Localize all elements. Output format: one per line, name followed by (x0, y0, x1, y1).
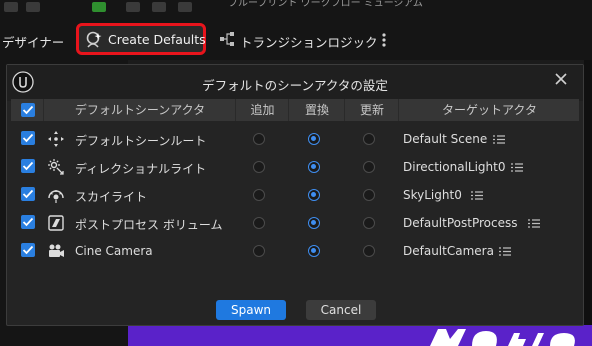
designer-tab[interactable]: デザイナー (2, 32, 64, 51)
add-radio[interactable] (253, 161, 265, 173)
column-header-actor: デフォルトシーンアクタ (43, 99, 236, 121)
row-checkbox[interactable] (21, 159, 35, 173)
update-radio[interactable] (363, 245, 375, 257)
top-toolbar-strip: ブループリント ワークフロー ミュージアム (0, 0, 592, 20)
toolbar-icon[interactable] (178, 2, 192, 12)
post-process-icon (48, 215, 64, 231)
pause-icon[interactable] (126, 2, 140, 12)
checkmark-icon (22, 217, 34, 227)
top-toolbar-text: ブループリント ワークフロー ミュージアム (228, 0, 423, 9)
dialog-header: デフォルトのシーンアクタの設定 (7, 65, 583, 101)
actor-name: Cine Camera (75, 244, 153, 258)
row-checkbox[interactable] (21, 215, 35, 229)
target-actor: DirectionalLight0 (403, 160, 506, 174)
row-checkbox[interactable] (21, 131, 35, 145)
skylight-icon (48, 190, 64, 203)
checkmark-icon (22, 105, 34, 115)
transition-logic-tab[interactable]: トランジションロジック (240, 32, 378, 51)
table-header: デフォルトシーンアクタ 追加 置換 更新 ターゲットアクタ (11, 99, 579, 121)
update-radio[interactable] (363, 189, 375, 201)
transition-logic-icon (220, 32, 234, 46)
replace-radio[interactable] (308, 245, 320, 257)
cine-camera-icon (49, 244, 64, 257)
update-radio[interactable] (363, 217, 375, 229)
target-actor: DefaultPostProcess (403, 216, 518, 230)
default-scene-actors-dialog: デフォルトのシーンアクタの設定 デフォルトシーンアクタ 追加 置換 更新 ターゲ… (6, 64, 584, 326)
row-checkbox[interactable] (21, 187, 35, 201)
table-row: デフォルトシーンルート Default Scene (11, 125, 579, 153)
checkmark-icon (22, 189, 34, 199)
list-icon[interactable] (511, 163, 523, 172)
add-radio[interactable] (253, 245, 265, 257)
select-all-checkbox[interactable] (21, 103, 35, 117)
checkmark-icon (22, 161, 34, 171)
target-actor: DefaultCamera (403, 244, 494, 258)
table-row: Cine Camera DefaultCamera (11, 237, 579, 265)
column-header-target: ターゲットアクタ (398, 99, 580, 121)
background-viewport (128, 325, 592, 346)
update-radio[interactable] (363, 133, 375, 145)
background-panel (584, 60, 592, 325)
scene-root-icon (48, 131, 64, 147)
actor-name: デフォルトシーンルート (75, 134, 207, 148)
actor-name: ディレクショナルライト (75, 162, 207, 176)
list-icon[interactable] (499, 247, 511, 256)
more-options-icon[interactable] (381, 30, 387, 50)
create-defaults-icon (86, 31, 102, 48)
table-row: ポストプロセス ボリューム DefaultPostProcess (11, 209, 579, 237)
table-row: ディレクショナルライト DirectionalLight0 (11, 153, 579, 181)
create-defaults-label: Create Defaults (108, 32, 206, 47)
checkmark-icon (22, 133, 34, 143)
checkmark-icon (22, 245, 34, 255)
actor-name: スカイライト (75, 190, 148, 204)
add-radio[interactable] (253, 133, 265, 145)
replace-radio[interactable] (308, 217, 320, 229)
close-icon[interactable] (553, 71, 569, 87)
update-radio[interactable] (363, 161, 375, 173)
add-radio[interactable] (253, 189, 265, 201)
target-actor: SkyLight0 (403, 188, 462, 202)
list-icon[interactable] (528, 219, 540, 228)
row-checkbox[interactable] (21, 243, 35, 257)
stop-icon[interactable] (152, 2, 166, 12)
create-defaults-button[interactable]: Create Defaults (76, 23, 206, 55)
play-icon[interactable] (92, 2, 106, 12)
target-actor: Default Scene (403, 132, 488, 146)
actor-name: ポストプロセス ボリューム (75, 218, 223, 232)
column-header-add: 追加 (235, 99, 289, 121)
background-logo-glyph (430, 329, 575, 346)
toolbar-icon[interactable] (26, 2, 40, 12)
list-icon[interactable] (471, 191, 483, 200)
toolbar-icon[interactable] (4, 2, 18, 12)
replace-radio[interactable] (308, 133, 320, 145)
dialog-title: デフォルトのシーンアクタの設定 (202, 78, 388, 93)
column-header-update: 更新 (344, 99, 399, 121)
directional-light-icon (48, 159, 64, 175)
replace-radio[interactable] (308, 189, 320, 201)
table-row: スカイライト SkyLight0 (11, 181, 579, 209)
column-header-replace: 置換 (288, 99, 345, 121)
add-radio[interactable] (253, 217, 265, 229)
spawn-button[interactable]: Spawn (216, 300, 286, 320)
list-icon[interactable] (493, 135, 505, 144)
replace-radio[interactable] (308, 161, 320, 173)
main-toolbar: デザイナー Create Defaults トランジションロジック (0, 20, 592, 60)
cancel-button[interactable]: Cancel (306, 300, 376, 320)
